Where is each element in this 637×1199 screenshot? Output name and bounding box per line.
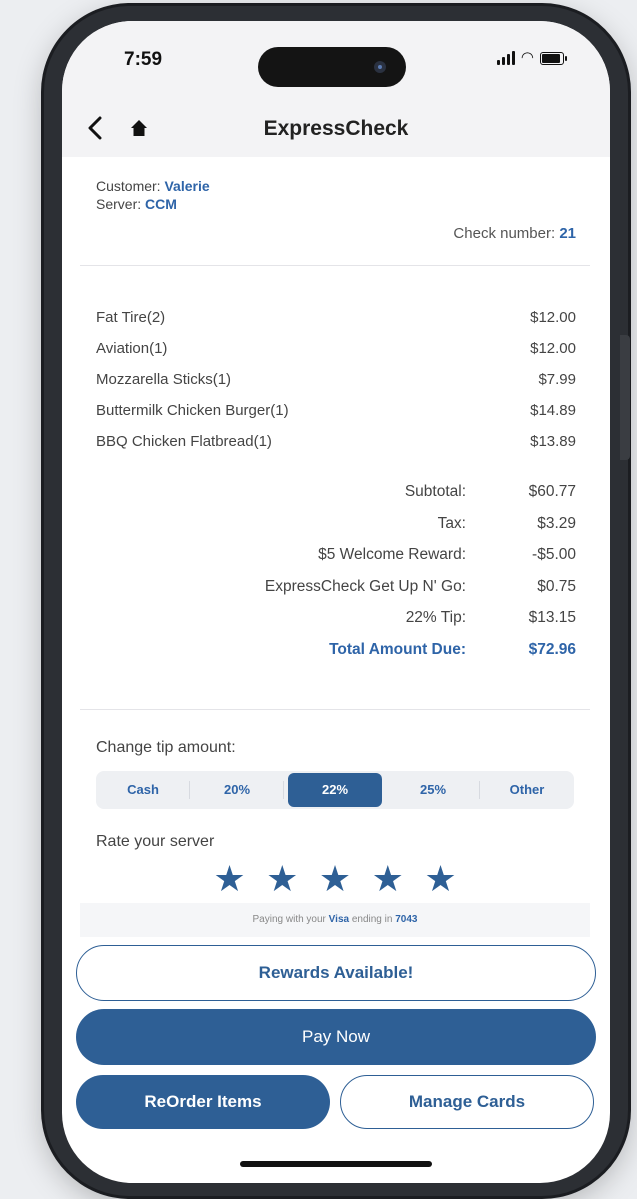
star-icon[interactable]: ★ [213,857,245,901]
payment-card: Visa [328,914,350,925]
nav-bar: ExpressCheck [62,101,610,157]
tip-option-20[interactable]: 20% [190,771,284,809]
total-label: Total Amount Due: [329,640,466,658]
check-number-value: 21 [559,225,576,242]
divider [80,265,590,266]
payment-info: Paying with your Visa ending in 7043 [80,903,590,937]
server-row: Server: CCM [96,195,576,213]
item-price: $12.00 [530,309,576,326]
list-item: Buttermilk Chicken Burger(1) $14.89 [96,402,576,433]
status-icons: ◠ [496,49,567,66]
totals-list: Subtotal: $60.77 Tax: $3.29 $5 Welcome R… [156,483,576,673]
total-value: $72.96 [528,640,576,658]
item-name: BBQ Chicken Flatbread(1) [96,433,272,450]
item-price: $13.89 [530,433,576,450]
list-item: Mozzarella Sticks(1) $7.99 [96,371,576,402]
star-rating: ★ ★ ★ ★ ★ [80,857,590,901]
customer-label: Customer: [96,178,165,194]
fee-row: ExpressCheck Get Up N' Go: $0.75 [156,578,576,610]
total-label: $5 Welcome Reward: [318,546,466,564]
reward-row: $5 Welcome Reward: -$5.00 [156,546,576,578]
total-label: ExpressCheck Get Up N' Go: [264,577,466,595]
divider [80,709,590,710]
item-price: $7.99 [538,371,576,388]
tip-option-cash[interactable]: Cash [96,771,190,809]
payment-middle: ending in [349,914,396,925]
status-bar: 7:59 ◠ [62,21,610,111]
star-icon[interactable]: ★ [266,857,298,901]
page-title: ExpressCheck [263,117,409,140]
total-label: Tax: [437,514,466,532]
wifi-icon: ◠ [520,49,534,66]
server-label: Server: [96,196,146,212]
pay-now-button[interactable]: Pay Now [76,1009,596,1065]
payment-last4: 7043 [395,914,418,925]
battery-icon [540,52,567,65]
check-content: Customer: Valerie Server: CCM Check numb… [80,157,590,937]
rewards-button[interactable]: Rewards Available! [76,945,596,1001]
signal-icon [496,51,515,65]
item-name: Buttermilk Chicken Burger(1) [96,402,289,419]
total-label: 22% Tip: [405,609,466,627]
item-name: Mozzarella Sticks(1) [96,371,232,388]
tip-option-other[interactable]: Other [480,771,574,809]
tip-selector: Cash 20% 22% 25% Other [96,771,574,809]
tip-option-25[interactable]: 25% [386,771,480,809]
item-price: $12.00 [530,340,576,357]
tip-option-22[interactable]: 22% [288,773,382,807]
item-name: Aviation(1) [96,340,168,357]
total-value: -$5.00 [532,546,576,564]
total-value: $13.15 [528,609,576,627]
phone-screen: 7:59 ◠ ExpressCheck Customer: Valerie Se… [62,21,610,1183]
item-price: $14.89 [530,402,576,419]
customer-name: Valerie [164,178,210,194]
list-item: Aviation(1) $12.00 [96,340,576,371]
tax-row: Tax: $3.29 [156,515,576,547]
list-item: BBQ Chicken Flatbread(1) $13.89 [96,433,576,464]
customer-row: Customer: Valerie [96,177,576,195]
dynamic-island [258,47,406,87]
manage-cards-button[interactable]: Manage Cards [340,1075,594,1129]
item-name: Fat Tire(2) [96,309,166,326]
total-value: $3.29 [537,514,576,532]
total-value: $60.77 [528,483,576,500]
total-value: $0.75 [537,577,576,595]
star-icon[interactable]: ★ [424,857,456,901]
phone-side-button [620,335,630,460]
subtotal-row: Subtotal: $60.77 [156,483,576,515]
check-number: Check number: 21 [453,225,576,242]
rate-label: Rate your server [96,833,215,850]
star-icon[interactable]: ★ [372,857,404,901]
server-name: CCM [145,196,177,212]
list-item: Fat Tire(2) $12.00 [96,309,576,340]
total-label: Subtotal: [404,483,466,500]
payment-prefix: Paying with your [252,914,329,925]
tip-row: 22% Tip: $13.15 [156,609,576,641]
home-indicator[interactable] [240,1161,432,1167]
items-list: Fat Tire(2) $12.00 Aviation(1) $12.00 Mo… [96,309,576,464]
status-time: 7:59 [124,49,163,70]
camera-icon [374,61,386,73]
total-due-row: Total Amount Due: $72.96 [156,641,576,673]
check-info: Customer: Valerie Server: CCM Check numb… [96,177,576,242]
tip-label: Change tip amount: [96,739,236,756]
reorder-button[interactable]: ReOrder Items [76,1075,330,1129]
check-number-label: Check number: [453,225,560,242]
star-icon[interactable]: ★ [319,857,351,901]
